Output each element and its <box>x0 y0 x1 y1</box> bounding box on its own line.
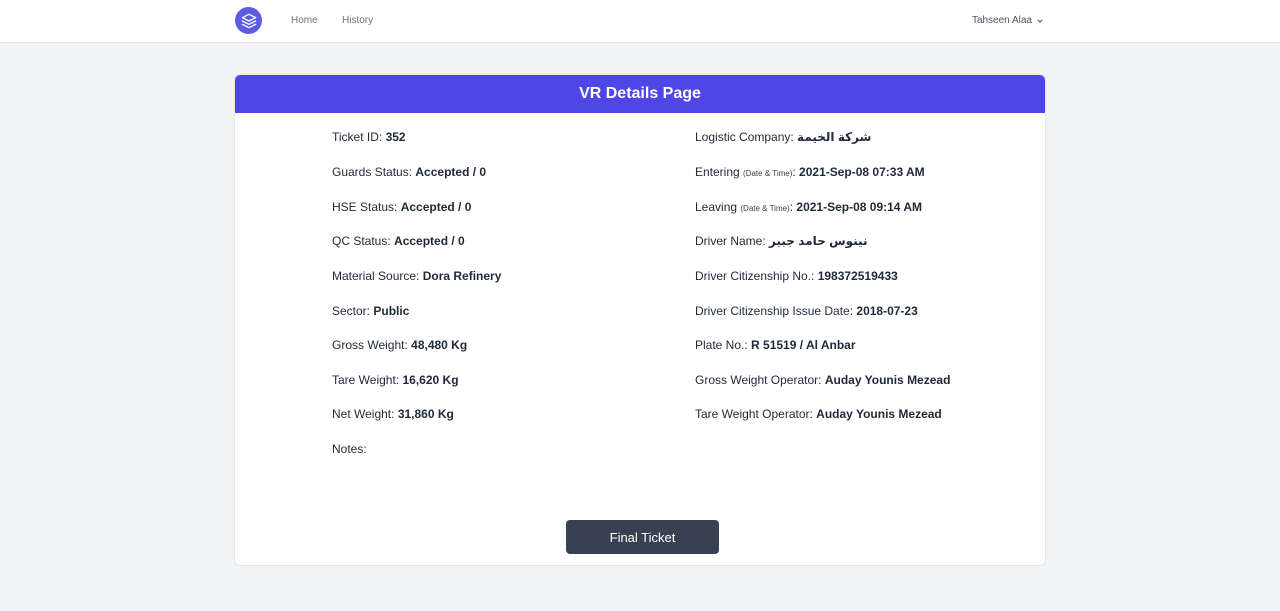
leaving-label: Leaving <box>695 200 741 214</box>
guards-status-value: Accepted / 0 <box>415 165 487 179</box>
nav-history-link[interactable]: History <box>342 15 373 26</box>
driver-name-field: Driver Name: نينوس حامد جبير <box>695 234 868 248</box>
tare-weight-field: Tare Weight: 16,620 Kg <box>332 373 459 387</box>
logistic-company-field: Logistic Company: شركة الخيمة <box>695 130 871 144</box>
citizenship-issue-date-label: Driver Citizenship Issue Date: <box>695 304 857 318</box>
material-source-label: Material Source: <box>332 269 423 283</box>
tare-weight-operator-value: Auday Younis Mezead <box>816 407 942 421</box>
card-title: VR Details Page <box>235 75 1045 113</box>
gross-weight-operator-label: Gross Weight Operator: <box>695 373 825 387</box>
app-logo[interactable] <box>235 7 262 34</box>
net-weight-field: Net Weight: 31,860 Kg <box>332 407 454 421</box>
tare-weight-operator-label: Tare Weight Operator: <box>695 407 817 421</box>
hse-status-value: Accepted / 0 <box>400 200 472 214</box>
user-name: Tahseen Alaa <box>971 15 1032 26</box>
sector-value: Public <box>373 304 410 318</box>
entering-field: Entering (Date & Time): 2021-Sep-08 07:3… <box>695 165 925 179</box>
citizenship-issue-date-value: 2018-07-23 <box>856 304 918 318</box>
gross-weight-value: 48,480 Kg <box>411 338 468 352</box>
qc-status-label: QC Status: <box>332 234 395 248</box>
user-menu[interactable]: Tahseen Alaa <box>972 15 1044 26</box>
citizenship-no-value: 198372519433 <box>817 269 898 283</box>
ticket-id-label: Ticket ID: <box>332 130 386 144</box>
entering-hint: (Date & Time) <box>743 169 793 178</box>
leaving-value: 2021-Sep-08 09:14 AM <box>796 200 923 214</box>
notes-field: Notes: <box>332 442 367 456</box>
tare-weight-label: Tare Weight: <box>332 373 403 387</box>
plate-no-label: Plate No.: <box>695 338 752 352</box>
tare-weight-operator-field: Tare Weight Operator: Auday Younis Mezea… <box>695 407 942 421</box>
plate-no-field: Plate No.: R 51519 / Al Anbar <box>695 338 856 352</box>
leaving-hint: (Date & Time) <box>740 204 790 213</box>
nav-home-link[interactable]: Home <box>291 15 318 26</box>
material-source-field: Material Source: Dora Refinery <box>332 269 501 283</box>
gross-weight-operator-field: Gross Weight Operator: Auday Younis Meze… <box>695 373 950 387</box>
final-ticket-button[interactable]: Final Ticket <box>566 520 719 554</box>
tare-weight-value: 16,620 Kg <box>402 373 459 387</box>
guards-status-field: Guards Status: Accepted / 0 <box>332 165 486 179</box>
driver-name-value: نينوس حامد جبير <box>769 234 868 248</box>
entering-value: 2021-Sep-08 07:33 AM <box>799 165 925 179</box>
top-navbar: Home History Tahseen Alaa <box>0 0 1280 43</box>
net-weight-value: 31,860 Kg <box>397 407 454 421</box>
vr-details-card: VR Details Page Ticket ID: 352 Guards St… <box>234 74 1046 566</box>
layers-icon <box>241 13 256 28</box>
gross-weight-label: Gross Weight: <box>332 338 412 352</box>
driver-name-label: Driver Name: <box>695 234 770 248</box>
logistic-company-label: Logistic Company: <box>695 130 798 144</box>
hse-status-label: HSE Status: <box>332 200 401 214</box>
gross-weight-field: Gross Weight: 48,480 Kg <box>332 338 467 352</box>
citizenship-issue-date-field: Driver Citizenship Issue Date: 2018-07-2… <box>695 304 918 318</box>
chevron-down-icon <box>1037 18 1043 23</box>
qc-status-field: QC Status: Accepted / 0 <box>332 234 465 248</box>
citizenship-no-field: Driver Citizenship No.: 198372519433 <box>695 269 898 283</box>
ticket-id-field: Ticket ID: 352 <box>332 130 406 144</box>
hse-status-field: HSE Status: Accepted / 0 <box>332 200 471 214</box>
notes-label: Notes: <box>332 442 367 456</box>
logistic-company-value: شركة الخيمة <box>797 130 872 144</box>
qc-status-value: Accepted / 0 <box>394 234 465 248</box>
plate-no-value: R 51519 / Al Anbar <box>751 338 856 352</box>
net-weight-label: Net Weight: <box>332 407 398 421</box>
ticket-id-value: 352 <box>385 130 406 144</box>
material-source-value: Dora Refinery <box>422 269 502 283</box>
leaving-field: Leaving (Date & Time): 2021-Sep-08 09:14… <box>695 200 922 214</box>
gross-weight-operator-value: Auday Younis Mezead <box>824 373 951 387</box>
sector-field: Sector: Public <box>332 304 409 318</box>
sector-label: Sector: <box>332 304 374 318</box>
citizenship-no-label: Driver Citizenship No.: <box>695 269 818 283</box>
guards-status-label: Guards Status: <box>332 165 416 179</box>
entering-label: Entering <box>695 165 744 179</box>
